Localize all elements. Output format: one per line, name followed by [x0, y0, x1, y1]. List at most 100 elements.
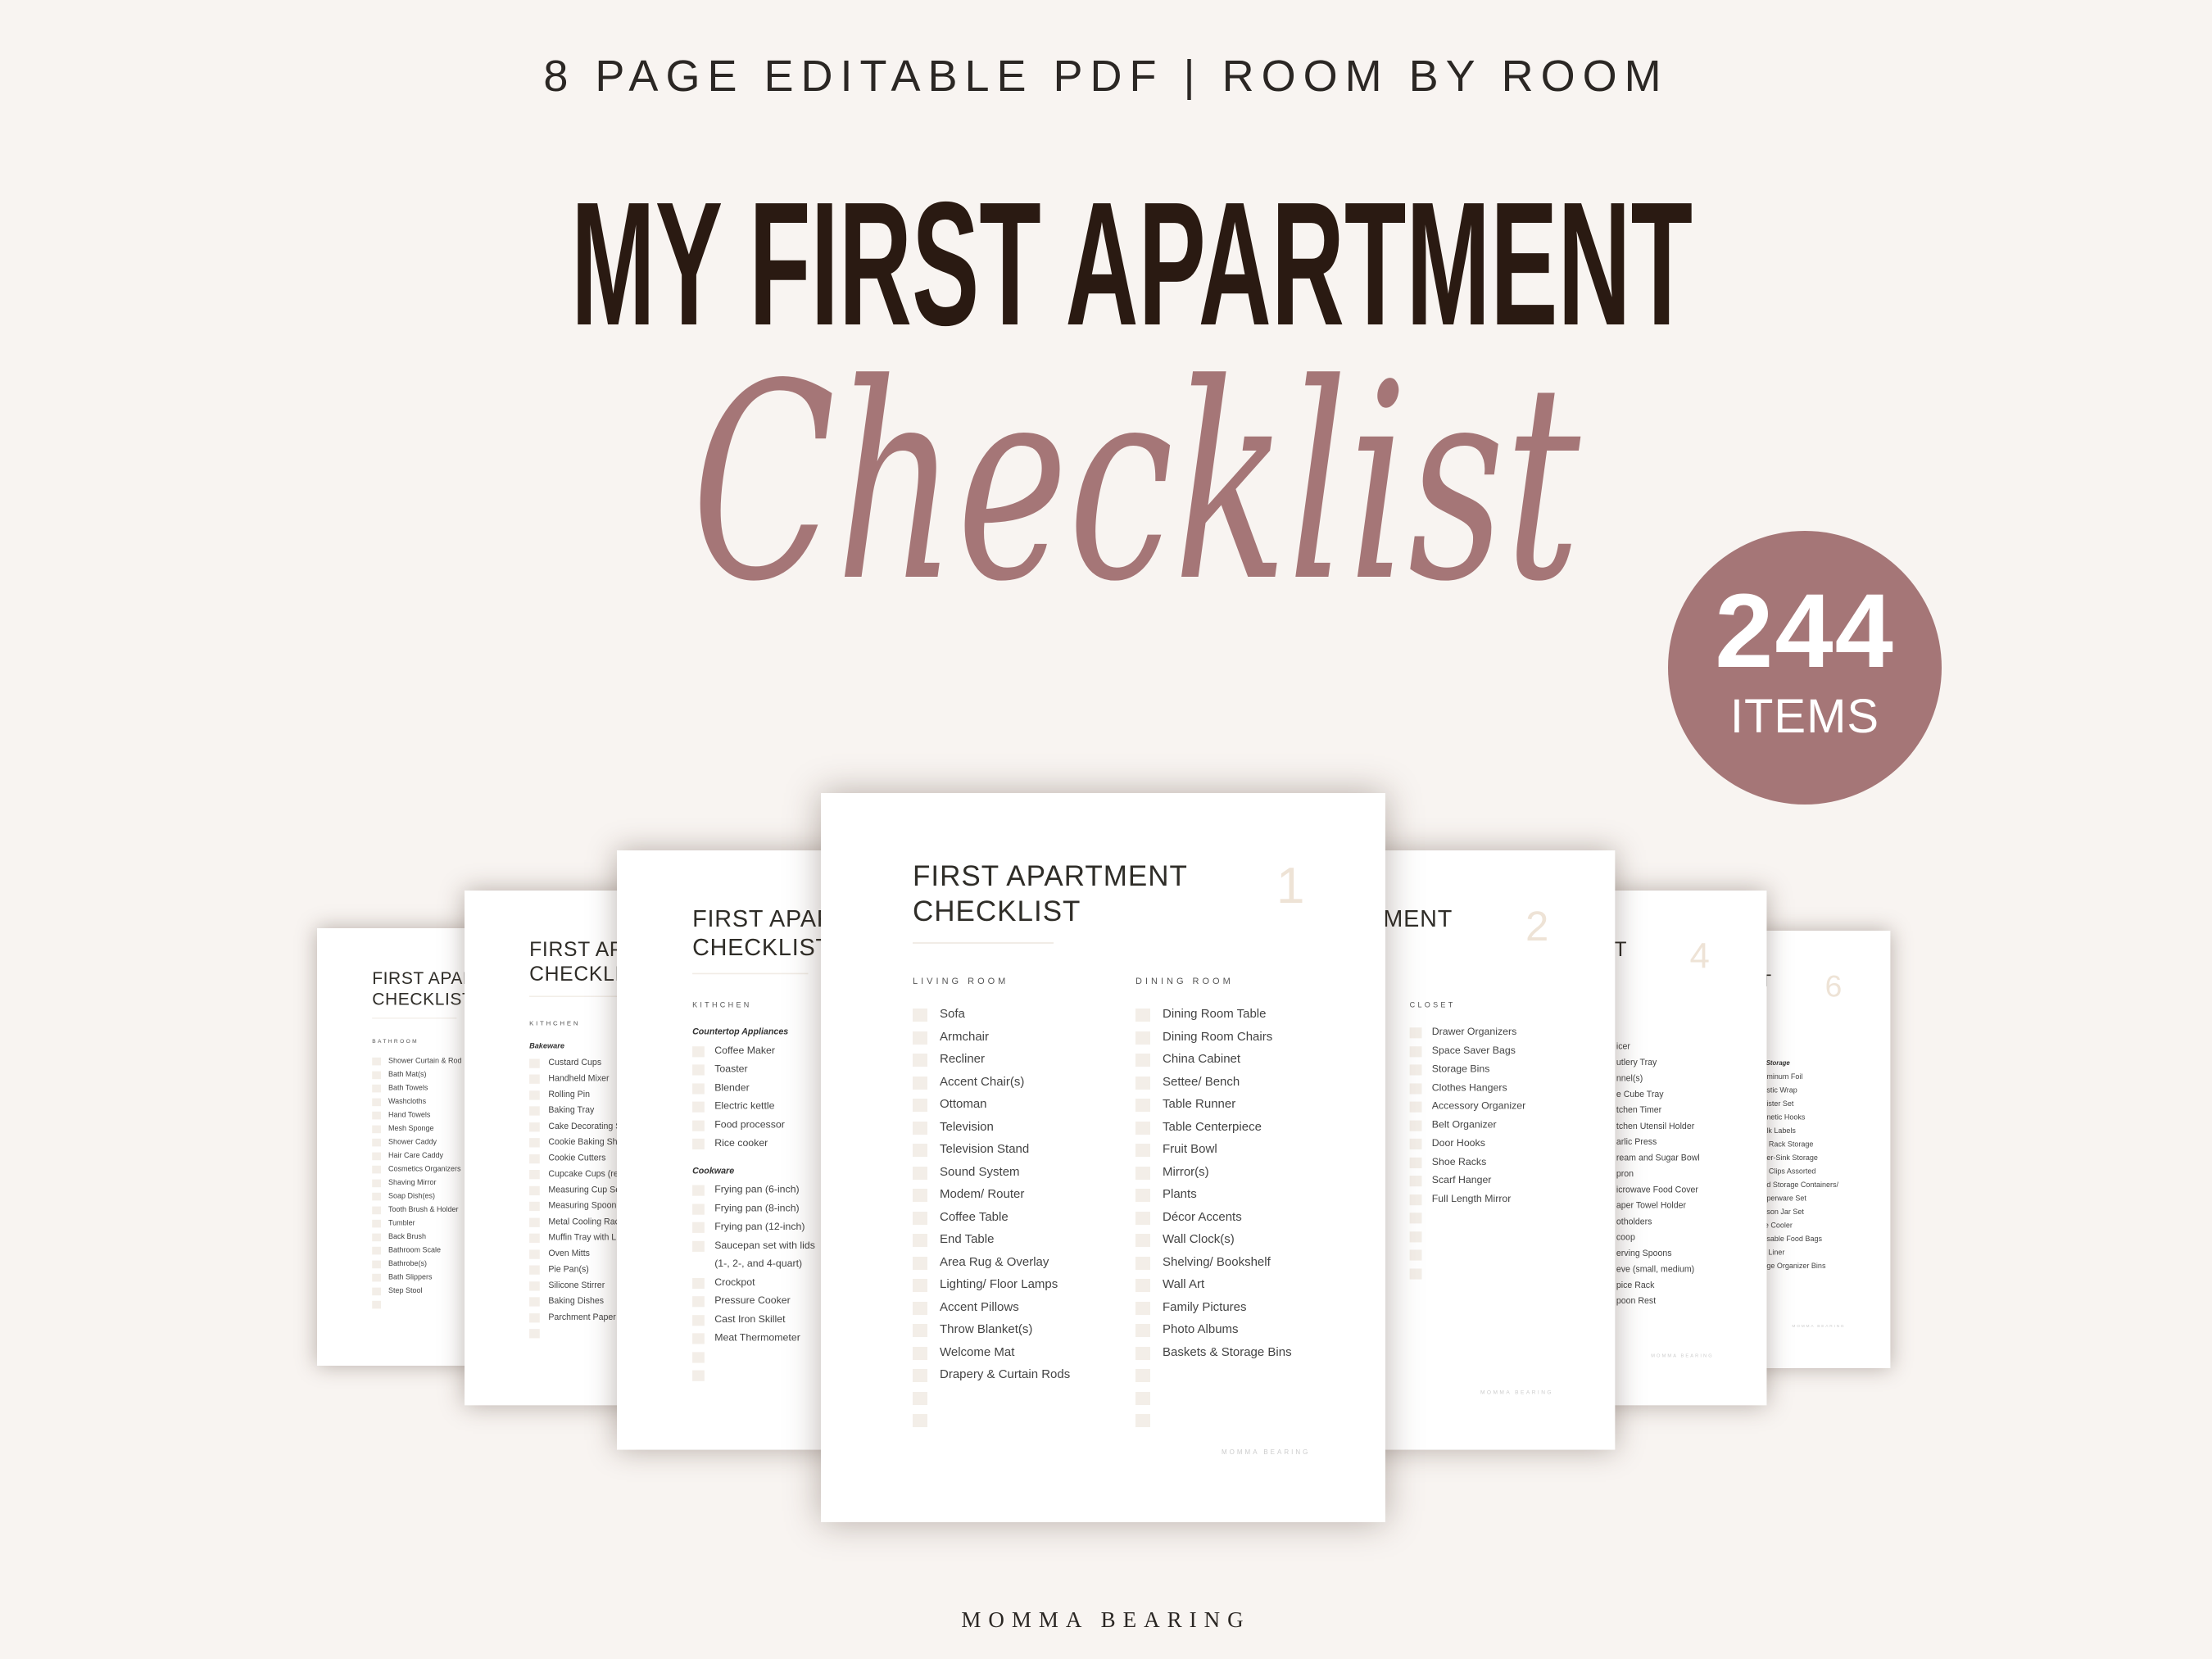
checkbox[interactable] [1409, 1194, 1422, 1205]
checkbox[interactable] [1135, 1144, 1150, 1157]
checkbox[interactable] [1135, 1031, 1150, 1045]
checkbox[interactable] [372, 1246, 381, 1255]
checkbox[interactable] [372, 1125, 381, 1133]
checkbox[interactable] [529, 1106, 540, 1116]
checkbox[interactable] [1135, 1301, 1150, 1315]
checkbox[interactable] [692, 1240, 705, 1252]
checkbox[interactable] [372, 1273, 381, 1282]
checkbox[interactable] [529, 1201, 540, 1212]
checkbox[interactable] [372, 1219, 381, 1228]
checkbox[interactable] [913, 1234, 927, 1247]
checkbox[interactable] [372, 1300, 381, 1309]
checkbox[interactable] [529, 1138, 540, 1148]
checkbox[interactable] [913, 1121, 927, 1135]
checkbox[interactable] [1409, 1157, 1422, 1168]
checkbox[interactable] [1135, 1076, 1150, 1090]
checkbox[interactable] [529, 1297, 540, 1307]
checkbox[interactable] [372, 1098, 381, 1106]
checkbox[interactable] [372, 1192, 381, 1201]
checkbox[interactable] [529, 1329, 540, 1339]
checkbox[interactable] [372, 1138, 381, 1147]
checkbox[interactable] [372, 1260, 381, 1268]
checkbox[interactable] [1135, 1211, 1150, 1225]
checkbox[interactable] [529, 1169, 540, 1180]
checkbox[interactable] [913, 1391, 927, 1405]
checkbox[interactable] [692, 1138, 705, 1149]
checkbox[interactable] [529, 1265, 540, 1275]
checkbox[interactable] [692, 1314, 705, 1326]
checkbox[interactable] [529, 1074, 540, 1084]
checkbox[interactable] [1135, 1256, 1150, 1270]
checkbox[interactable] [692, 1222, 705, 1233]
checkbox[interactable] [1135, 1166, 1150, 1180]
checkbox[interactable] [692, 1277, 705, 1289]
checkbox[interactable] [692, 1101, 705, 1113]
checkbox[interactable] [529, 1217, 540, 1227]
checkbox[interactable] [1135, 1414, 1150, 1427]
checkbox[interactable] [372, 1057, 381, 1066]
checkbox[interactable] [913, 1144, 927, 1157]
checkbox[interactable] [372, 1165, 381, 1174]
checkbox[interactable] [692, 1296, 705, 1308]
checkbox[interactable] [529, 1312, 540, 1323]
checkbox[interactable] [913, 1054, 927, 1067]
checkbox[interactable] [1135, 1234, 1150, 1247]
checkbox[interactable] [913, 1009, 927, 1022]
checkbox[interactable] [692, 1351, 705, 1363]
checkbox[interactable] [372, 1206, 381, 1214]
checkbox[interactable] [1135, 1054, 1150, 1067]
checkbox[interactable] [372, 1179, 381, 1187]
checkbox[interactable] [913, 1414, 927, 1427]
checkbox[interactable] [1135, 1189, 1150, 1202]
checkbox[interactable] [913, 1189, 927, 1202]
checkbox[interactable] [372, 1287, 381, 1295]
checkbox[interactable] [913, 1256, 927, 1270]
checkbox[interactable] [913, 1301, 927, 1315]
checkbox[interactable] [372, 1084, 381, 1093]
checkbox[interactable] [1135, 1369, 1150, 1382]
checkbox[interactable] [1409, 1045, 1422, 1057]
checkbox[interactable] [1409, 1101, 1422, 1113]
checkbox[interactable] [529, 1090, 540, 1100]
checkbox[interactable] [1409, 1027, 1422, 1039]
checkbox[interactable] [529, 1281, 540, 1291]
checkbox[interactable] [1135, 1279, 1150, 1292]
checkbox[interactable] [692, 1203, 705, 1215]
checkbox[interactable] [529, 1154, 540, 1163]
checkbox[interactable] [692, 1185, 705, 1196]
checkbox[interactable] [913, 1211, 927, 1225]
checkbox[interactable] [372, 1233, 381, 1241]
checkbox[interactable] [913, 1279, 927, 1292]
checkbox[interactable] [529, 1058, 540, 1068]
checkbox[interactable] [1409, 1138, 1422, 1149]
checkbox[interactable] [913, 1369, 927, 1382]
checkbox[interactable] [529, 1185, 540, 1195]
checkbox[interactable] [372, 1152, 381, 1160]
checkbox[interactable] [1409, 1249, 1422, 1261]
checkbox[interactable] [1135, 1009, 1150, 1022]
checkbox[interactable] [1409, 1231, 1422, 1242]
checkbox[interactable] [913, 1166, 927, 1180]
checkbox[interactable] [1409, 1176, 1422, 1187]
checkbox[interactable] [913, 1324, 927, 1337]
checkbox[interactable] [1135, 1121, 1150, 1135]
checkbox[interactable] [692, 1333, 705, 1344]
checkbox[interactable] [913, 1076, 927, 1090]
checkbox[interactable] [1135, 1346, 1150, 1360]
checkbox[interactable] [913, 1031, 927, 1045]
checkbox[interactable] [1409, 1083, 1422, 1095]
checkbox[interactable] [372, 1071, 381, 1079]
checkbox[interactable] [692, 1083, 705, 1095]
checkbox[interactable] [1409, 1268, 1422, 1280]
checkbox[interactable] [1135, 1391, 1150, 1405]
checkbox[interactable] [913, 1099, 927, 1112]
checkbox[interactable] [1409, 1213, 1422, 1224]
checkbox[interactable] [372, 1111, 381, 1120]
checkbox[interactable] [1135, 1324, 1150, 1337]
checkbox[interactable] [913, 1346, 927, 1360]
checkbox[interactable] [1409, 1120, 1422, 1131]
checkbox[interactable] [529, 1249, 540, 1259]
checkbox[interactable] [1409, 1064, 1422, 1076]
checkbox[interactable] [692, 1120, 705, 1131]
checkbox[interactable] [529, 1233, 540, 1243]
